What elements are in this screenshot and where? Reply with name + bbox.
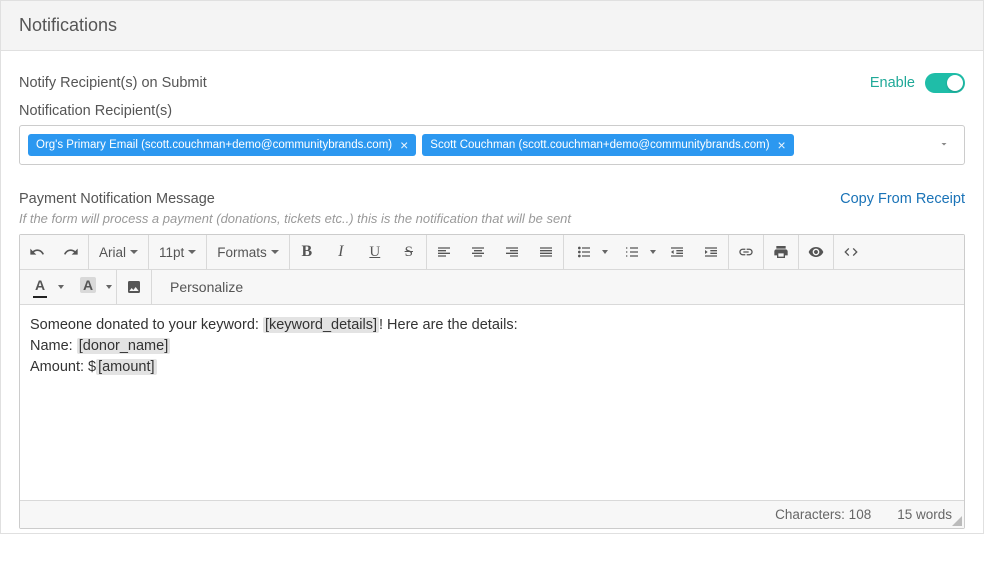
recipient-tag: Scott Couchman (scott.couchman+demo@comm… xyxy=(422,134,793,156)
editor-line: Someone donated to your keyword: [keywor… xyxy=(30,315,954,336)
print-button[interactable] xyxy=(764,235,798,269)
redo-button[interactable] xyxy=(54,235,88,269)
text-color-dropdown[interactable] xyxy=(54,270,68,304)
panel-body: Notify Recipient(s) on Submit Enable Not… xyxy=(1,51,983,533)
editor-content[interactable]: Someone donated to your keyword: [keywor… xyxy=(20,305,964,500)
enable-toggle[interactable] xyxy=(925,73,965,93)
undo-button[interactable] xyxy=(20,235,54,269)
enable-text: Enable xyxy=(870,75,915,91)
resize-grip[interactable] xyxy=(952,516,962,526)
outdent-button[interactable] xyxy=(660,235,694,269)
remove-tag-icon[interactable]: × xyxy=(400,138,408,152)
italic-button[interactable]: I xyxy=(324,235,358,269)
align-left-button[interactable] xyxy=(427,235,461,269)
font-size-value: 11pt xyxy=(159,245,184,260)
recipient-tag: Org's Primary Email (scott.couchman+demo… xyxy=(28,134,416,156)
formats-value: Formats xyxy=(217,245,267,260)
placeholder-token: [amount] xyxy=(96,359,156,375)
enable-wrap: Enable xyxy=(870,73,965,93)
editor-toolbar: Arial 11pt Formats xyxy=(20,235,964,270)
placeholder-token: [donor_name] xyxy=(77,338,170,354)
background-color-button[interactable]: A xyxy=(68,270,102,304)
editor-toolbar-row2: A A Personalize xyxy=(20,270,964,305)
bold-button[interactable]: B xyxy=(290,235,324,269)
font-family-dropdown[interactable]: Arial xyxy=(89,235,148,269)
word-count: 15 words xyxy=(897,507,952,522)
recipient-tag-text: Org's Primary Email (scott.couchman+demo… xyxy=(36,139,392,151)
recipient-tag-text: Scott Couchman (scott.couchman+demo@comm… xyxy=(430,139,769,151)
bullet-list-button[interactable] xyxy=(564,235,598,269)
link-button[interactable] xyxy=(729,235,763,269)
copy-from-receipt-link[interactable]: Copy From Receipt xyxy=(840,191,965,207)
message-help-text: If the form will process a payment (dona… xyxy=(19,211,965,226)
preview-button[interactable] xyxy=(799,235,833,269)
editor-line: Name: [donor_name] xyxy=(30,336,954,357)
rich-text-editor: Arial 11pt Formats xyxy=(19,234,965,529)
personalize-button[interactable]: Personalize xyxy=(152,270,261,304)
dropdown-icon[interactable] xyxy=(938,137,950,153)
insert-image-button[interactable] xyxy=(117,270,151,304)
strikethrough-button[interactable]: S xyxy=(392,235,426,269)
placeholder-token: [keyword_details] xyxy=(263,317,379,333)
underline-button[interactable]: U xyxy=(358,235,392,269)
recipients-input[interactable]: Org's Primary Email (scott.couchman+demo… xyxy=(19,125,965,165)
message-label: Payment Notification Message xyxy=(19,191,215,207)
background-color-dropdown[interactable] xyxy=(102,270,116,304)
align-justify-button[interactable] xyxy=(529,235,563,269)
panel-header: Notifications xyxy=(1,1,983,51)
indent-button[interactable] xyxy=(694,235,728,269)
numbered-list-button[interactable] xyxy=(612,235,646,269)
editor-status-bar: Characters: 108 15 words xyxy=(20,500,964,528)
formats-dropdown[interactable]: Formats xyxy=(207,235,289,269)
message-header-row: Payment Notification Message Copy From R… xyxy=(19,191,965,207)
font-size-dropdown[interactable]: 11pt xyxy=(149,235,206,269)
text-color-button[interactable]: A xyxy=(20,270,54,304)
remove-tag-icon[interactable]: × xyxy=(778,138,786,152)
notify-toggle-row: Notify Recipient(s) on Submit Enable xyxy=(19,73,965,93)
source-code-button[interactable] xyxy=(834,235,868,269)
recipients-label: Notification Recipient(s) xyxy=(19,103,965,119)
char-count: Characters: 108 xyxy=(775,507,871,522)
notify-label: Notify Recipient(s) on Submit xyxy=(19,75,207,91)
align-right-button[interactable] xyxy=(495,235,529,269)
numbered-list-dropdown[interactable] xyxy=(646,235,660,269)
panel-title: Notifications xyxy=(19,15,965,36)
font-family-value: Arial xyxy=(99,245,126,260)
notifications-panel: Notifications Notify Recipient(s) on Sub… xyxy=(0,0,984,534)
align-center-button[interactable] xyxy=(461,235,495,269)
editor-line: Amount: $[amount] xyxy=(30,357,954,378)
bullet-list-dropdown[interactable] xyxy=(598,235,612,269)
